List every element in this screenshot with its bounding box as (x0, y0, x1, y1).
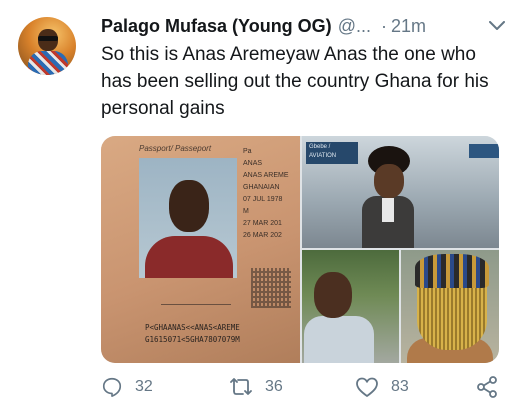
like-icon[interactable] (355, 376, 379, 398)
avatar[interactable] (18, 17, 76, 75)
display-name[interactable]: Palago Mufasa (Young OG) (101, 16, 332, 37)
tweet-actions: 32 36 83 (101, 374, 501, 400)
man-face (374, 164, 404, 198)
man-figure (362, 146, 414, 248)
passport-header: Passport/ Passeport (139, 144, 212, 153)
user-handle[interactable]: @... (338, 16, 371, 37)
portrait-shirt (145, 236, 233, 278)
avatar-shirt (28, 51, 68, 75)
passport-portrait (139, 158, 237, 278)
passport-field: M (243, 208, 249, 215)
passport-mrz: P<GHAANAS<<ANAS<AREME G1615071<5GHA78070… (145, 322, 300, 346)
passport-barcode (251, 268, 291, 308)
tweet-text: So this is Anas Aremeyaw Anas the one wh… (101, 44, 489, 119)
reply-icon[interactable] (101, 376, 123, 398)
passport-field: ANAS (243, 160, 263, 167)
avatar-glasses (38, 36, 58, 41)
disguise-fringe (417, 284, 487, 350)
passport-signature (161, 284, 231, 305)
retweet-button[interactable]: 36 (229, 374, 283, 400)
share-button[interactable] (475, 374, 499, 400)
passport-field: GHANAIAN (243, 184, 280, 191)
separator-dot: · (380, 15, 387, 36)
station-sign-right (469, 144, 499, 158)
like-count: 83 (391, 378, 409, 395)
outdoor-face (314, 272, 352, 318)
passport-field: 07 JUL 1978 (243, 196, 283, 203)
station-photo[interactable]: Gbebe / AVIATION (302, 136, 499, 248)
disguise-hat (415, 254, 489, 288)
passport-fields: Pa ANAS ANAS AREME GHANAIAN 07 JUL 1978 … (243, 146, 300, 242)
passport-photo[interactable]: Passport/ Passeport Pa ANAS ANAS AREME G… (101, 136, 300, 363)
reply-count: 32 (135, 378, 153, 395)
chevron-down-icon[interactable] (487, 16, 507, 36)
tweet-header: Palago Mufasa (Young OG) @... · 21m (101, 13, 507, 39)
passport-field: Pa (243, 148, 252, 155)
outdoor-photo[interactable] (302, 250, 399, 363)
disguise-photo[interactable] (401, 250, 499, 363)
share-icon[interactable] (475, 375, 499, 399)
portrait-head (169, 180, 209, 232)
station-sign: Gbebe / AVIATION (306, 142, 358, 164)
passport-field: 26 MAR 202 (243, 232, 282, 239)
mrz-line-2: G1615071<5GHA7807079M (145, 335, 240, 344)
retweet-count: 36 (265, 378, 283, 395)
outdoor-shirt (304, 316, 374, 363)
reply-button[interactable]: 32 (101, 374, 153, 400)
retweet-icon[interactable] (229, 376, 253, 398)
media-grid[interactable]: Passport/ Passeport Pa ANAS ANAS AREME G… (101, 136, 499, 363)
mrz-line-1: P<GHAANAS<<ANAS<AREME (145, 323, 240, 332)
passport-field: 27 MAR 201 (243, 220, 282, 227)
man-collar (382, 198, 394, 222)
like-button[interactable]: 83 (355, 374, 409, 400)
passport-field: ANAS AREME (243, 172, 289, 179)
tweet-timestamp[interactable]: 21m (391, 16, 426, 37)
